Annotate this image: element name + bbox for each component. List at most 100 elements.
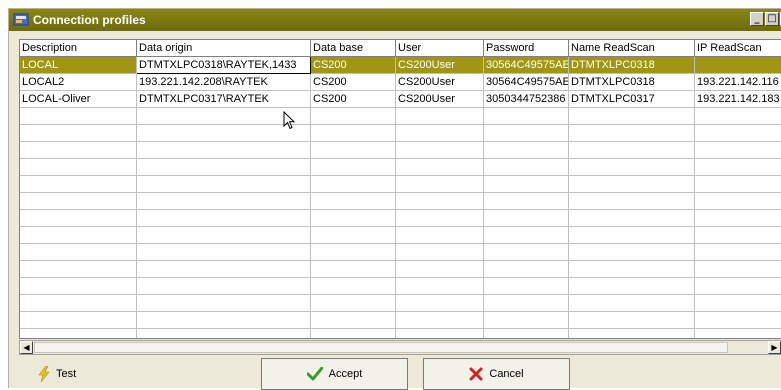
- table-cell[interactable]: [695, 159, 781, 176]
- table-cell[interactable]: [137, 210, 311, 227]
- table-cell[interactable]: [569, 142, 695, 159]
- table-cell[interactable]: [311, 176, 396, 193]
- maximize-button[interactable]: □: [765, 12, 779, 26]
- table-cell[interactable]: LOCAL: [20, 57, 137, 74]
- table-cell[interactable]: [569, 210, 695, 227]
- table-cell[interactable]: [569, 278, 695, 295]
- table-cell[interactable]: [569, 295, 695, 312]
- table-cell[interactable]: [695, 312, 781, 329]
- table-cell[interactable]: [569, 244, 695, 261]
- table-cell[interactable]: [484, 125, 569, 142]
- table-cell[interactable]: [484, 227, 569, 244]
- table-cell[interactable]: [484, 159, 569, 176]
- empty-table-row[interactable]: [20, 227, 781, 244]
- table-cell[interactable]: [137, 295, 311, 312]
- table-cell[interactable]: [20, 295, 137, 312]
- profiles-grid[interactable]: DescriptionData originData baseUserPassw…: [19, 39, 781, 339]
- table-row[interactable]: LOCAL-OliverDTMTXLPC0317\RAYTEKCS200CS20…: [20, 91, 781, 108]
- table-cell[interactable]: [396, 278, 484, 295]
- table-cell[interactable]: [396, 193, 484, 210]
- table-cell[interactable]: [20, 176, 137, 193]
- test-button[interactable]: Test: [37, 366, 76, 382]
- table-cell[interactable]: DTMTXLPC0318: [569, 57, 695, 74]
- table-cell[interactable]: [396, 227, 484, 244]
- table-cell[interactable]: [137, 227, 311, 244]
- table-cell[interactable]: LOCAL2: [20, 74, 137, 91]
- table-cell[interactable]: [484, 244, 569, 261]
- table-cell[interactable]: [20, 125, 137, 142]
- column-header[interactable]: Name ReadScan: [569, 40, 695, 57]
- empty-table-row[interactable]: [20, 312, 781, 329]
- table-cell[interactable]: [137, 142, 311, 159]
- table-cell[interactable]: [137, 312, 311, 329]
- table-cell[interactable]: CS200: [311, 91, 396, 108]
- table-cell[interactable]: 193.221.142.208\RAYTEK: [137, 74, 311, 91]
- table-cell[interactable]: [311, 261, 396, 278]
- column-header[interactable]: Data base: [311, 40, 396, 57]
- table-cell[interactable]: [484, 193, 569, 210]
- empty-table-row[interactable]: [20, 108, 781, 125]
- table-cell[interactable]: [396, 261, 484, 278]
- table-cell[interactable]: [20, 108, 137, 125]
- accept-button[interactable]: Accept: [261, 358, 408, 390]
- table-cell[interactable]: [396, 295, 484, 312]
- table-cell[interactable]: [396, 210, 484, 227]
- table-row[interactable]: LOCAL2193.221.142.208\RAYTEKCS200CS200Us…: [20, 74, 781, 91]
- column-header[interactable]: Description: [20, 40, 137, 57]
- table-cell[interactable]: 30564C49575AE: [484, 57, 569, 74]
- empty-table-row[interactable]: [20, 193, 781, 210]
- table-cell[interactable]: [396, 176, 484, 193]
- table-cell[interactable]: [569, 329, 695, 340]
- empty-table-row[interactable]: [20, 159, 781, 176]
- table-cell[interactable]: DTMTXLPC0317\RAYTEK: [137, 91, 311, 108]
- table-cell[interactable]: [569, 159, 695, 176]
- table-cell[interactable]: [695, 142, 781, 159]
- table-cell[interactable]: 3050344752386: [484, 91, 569, 108]
- table-cell[interactable]: [396, 329, 484, 340]
- table-cell[interactable]: [20, 159, 137, 176]
- cancel-button[interactable]: Cancel: [423, 358, 570, 390]
- table-cell[interactable]: [311, 210, 396, 227]
- empty-table-row[interactable]: [20, 244, 781, 261]
- table-cell[interactable]: [484, 261, 569, 278]
- table-cell[interactable]: CS200User: [396, 57, 484, 74]
- table-cell[interactable]: [569, 125, 695, 142]
- table-cell[interactable]: [695, 108, 781, 125]
- table-cell[interactable]: [311, 244, 396, 261]
- table-cell[interactable]: [137, 329, 311, 340]
- table-cell[interactable]: [569, 227, 695, 244]
- table-cell[interactable]: [20, 142, 137, 159]
- table-cell[interactable]: [20, 329, 137, 340]
- empty-table-row[interactable]: [20, 142, 781, 159]
- table-cell[interactable]: [137, 176, 311, 193]
- table-cell[interactable]: [484, 176, 569, 193]
- empty-table-row[interactable]: [20, 210, 781, 227]
- table-cell[interactable]: [311, 278, 396, 295]
- table-cell[interactable]: [20, 210, 137, 227]
- table-cell[interactable]: [695, 57, 781, 74]
- table-cell[interactable]: [137, 261, 311, 278]
- table-cell[interactable]: [484, 312, 569, 329]
- table-cell[interactable]: DTMTXLPC0318: [569, 74, 695, 91]
- table-cell[interactable]: [311, 227, 396, 244]
- title-bar[interactable]: Connection profiles _ □ ×: [9, 9, 781, 31]
- table-cell[interactable]: DTMTXLPC0318\RAYTEK,1433: [137, 57, 311, 74]
- table-cell[interactable]: [20, 193, 137, 210]
- table-cell[interactable]: [484, 108, 569, 125]
- table-cell[interactable]: [311, 312, 396, 329]
- table-cell[interactable]: [695, 295, 781, 312]
- table-cell[interactable]: [484, 142, 569, 159]
- table-cell[interactable]: [311, 159, 396, 176]
- table-cell[interactable]: 193.221.142.183: [695, 91, 781, 108]
- table-cell[interactable]: [311, 125, 396, 142]
- table-cell[interactable]: [569, 176, 695, 193]
- table-cell[interactable]: [311, 142, 396, 159]
- empty-table-row[interactable]: [20, 125, 781, 142]
- table-cell[interactable]: [137, 193, 311, 210]
- table-cell[interactable]: [137, 244, 311, 261]
- table-cell[interactable]: [695, 227, 781, 244]
- table-cell[interactable]: 193.221.142.116: [695, 74, 781, 91]
- scroll-left-arrow-icon[interactable]: ◀: [20, 341, 33, 354]
- table-cell[interactable]: [695, 278, 781, 295]
- column-header[interactable]: Data origin: [137, 40, 311, 57]
